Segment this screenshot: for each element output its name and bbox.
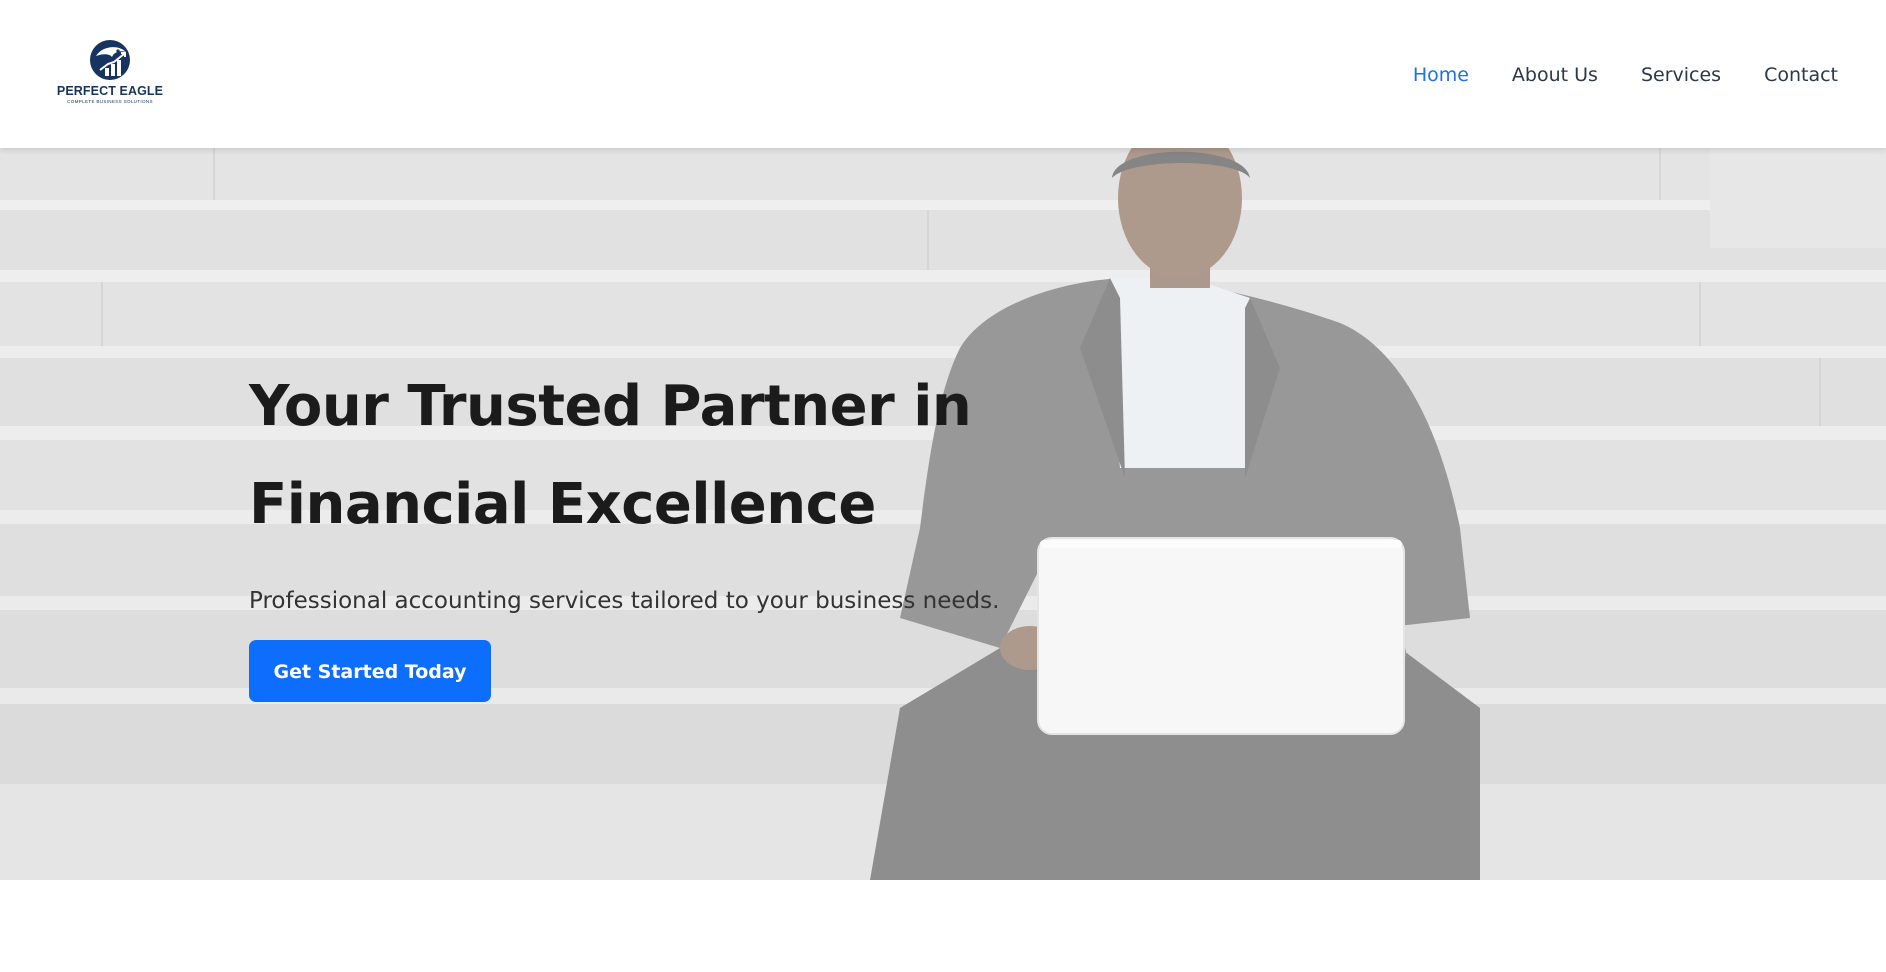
hero-title-line-2: Financial Excellence — [249, 472, 876, 537]
hero-subtitle: Professional accounting services tailore… — [249, 588, 1000, 614]
hero-title-line-1: Your Trusted Partner in — [249, 374, 972, 439]
brand-tagline: COMPLETE BUSINESS SOLUTIONS — [67, 99, 153, 104]
nav-link-services[interactable]: Services — [1641, 60, 1721, 90]
nav-link-about-us[interactable]: About Us — [1512, 60, 1598, 90]
get-started-button[interactable]: Get Started Today — [249, 640, 491, 702]
navbar: PERFECT EAGLE COMPLETE BUSINESS SOLUTION… — [0, 0, 1886, 148]
eagle-logo-icon — [90, 40, 130, 80]
hero-title: Your Trusted Partner in Financial Excell… — [249, 358, 1009, 554]
brand-name: PERFECT EAGLE — [56, 84, 164, 98]
nav-link-contact[interactable]: Contact — [1764, 60, 1838, 90]
hero-content: Your Trusted Partner in Financial Excell… — [249, 358, 1009, 702]
main-nav: Home About Us Services Contact — [1370, 60, 1838, 90]
brand-logo[interactable]: PERFECT EAGLE COMPLETE BUSINESS SOLUTION… — [56, 38, 164, 112]
nav-link-home[interactable]: Home — [1413, 60, 1469, 90]
hero-section: Your Trusted Partner in Financial Excell… — [0, 148, 1886, 880]
